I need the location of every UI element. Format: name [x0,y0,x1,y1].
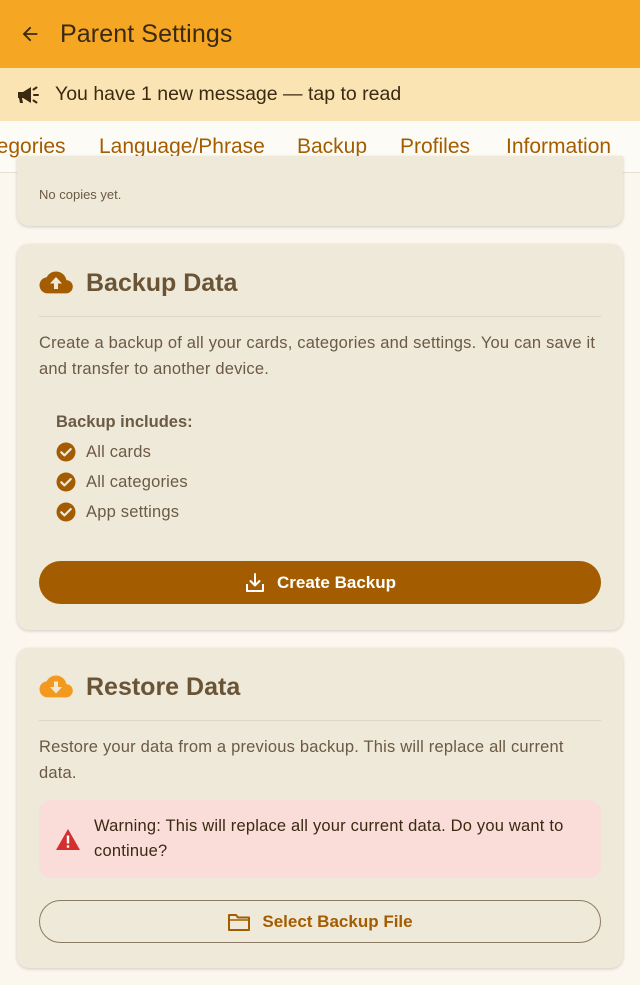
check-circle-icon [56,442,76,462]
no-copies-text: No copies yet. [39,187,122,202]
cloud-upload-icon [39,266,73,300]
restore-description: Restore your data from a previous backup… [39,738,564,782]
include-label: App settings [86,502,180,521]
warning-triangle-icon [55,828,81,851]
page-title: Parent Settings [60,19,233,48]
back-button[interactable] [0,0,60,68]
banner-text: You have 1 new message — tap to read [55,83,402,105]
create-backup-button[interactable]: Create Backup [39,561,601,604]
check-circle-icon [56,502,76,522]
include-label: All categories [86,472,188,491]
arrow-left-icon [22,26,38,42]
backup-card: Backup Data Create a backup of all your … [17,244,623,630]
megaphone-icon [16,84,48,106]
restore-header: Restore Data [39,670,240,704]
list-item: App settings [56,501,179,523]
cloud-download-icon [39,670,73,704]
backup-header: Backup Data [39,266,237,300]
restore-title: Restore Data [86,672,241,701]
warning-box: Warning: This will replace all your curr… [39,800,601,878]
folder-icon [227,912,251,932]
message-banner[interactable]: You have 1 new message — tap to read [0,68,640,121]
include-label: All cards [86,442,152,461]
check-circle-icon [56,472,76,492]
create-backup-label: Create Backup [276,572,397,592]
restore-card: Restore Data Restore your data from a pr… [17,648,623,968]
backup-divider [39,316,601,317]
select-backup-file-button[interactable]: Select Backup File [39,900,601,943]
copies-card: No copies yet. [17,156,623,226]
list-item: All cards [56,441,151,463]
list-item: All categories [56,471,188,493]
restore-divider [39,720,601,721]
app-bar: Parent Settings [0,0,640,68]
warning-text: Warning: This will replace all your curr… [94,816,564,861]
backup-includes-title: Backup includes: [56,413,193,431]
select-backup-file-label: Select Backup File [262,911,413,931]
download-icon [244,572,266,594]
backup-description: Create a backup of all your cards, categ… [39,334,596,378]
backup-title: Backup Data [86,268,238,297]
